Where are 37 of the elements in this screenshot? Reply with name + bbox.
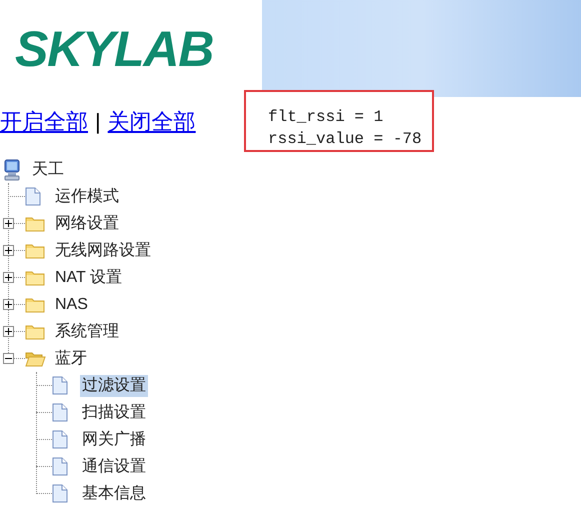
logo: SKYLAB — [15, 24, 214, 74]
output-line: flt_rssi = 1 — [268, 107, 384, 128]
folder-icon — [25, 324, 45, 340]
page-icon — [52, 403, 68, 422]
tree-item[interactable]: NAT 设置 — [53, 266, 124, 288]
link[interactable]: 关闭全部 — [108, 105, 196, 138]
collapse-icon[interactable] — [3, 353, 14, 364]
tree-item[interactable]: 过滤设置 — [80, 374, 148, 396]
tree-item[interactable]: 天工 — [30, 158, 66, 180]
expand-icon[interactable] — [3, 326, 14, 337]
folder-icon — [25, 296, 45, 312]
tree-item[interactable]: 系统管理 — [53, 320, 121, 342]
tree-item[interactable]: 运作模式 — [53, 186, 121, 208]
tree-item[interactable]: 无线网路设置 — [53, 240, 153, 262]
tree-item[interactable]: 扫描设置 — [80, 402, 148, 424]
tree-item[interactable]: NAS — [53, 294, 90, 316]
folder-icon — [25, 270, 45, 286]
output-line: rssi_value = -78 — [268, 129, 423, 150]
page-icon — [52, 430, 68, 449]
open-folder-icon — [25, 350, 46, 366]
expand-icon[interactable] — [3, 272, 14, 283]
link[interactable]: 开启全部 — [0, 105, 88, 138]
page-icon — [25, 187, 41, 206]
page-icon — [52, 484, 68, 503]
tree-item[interactable]: 网关广播 — [80, 428, 148, 450]
expand-icon[interactable] — [3, 245, 14, 256]
page-icon — [52, 457, 68, 476]
tree-item[interactable]: 蓝牙 — [53, 348, 89, 370]
folder-icon — [25, 216, 45, 232]
tree-item[interactable]: 网络设置 — [53, 212, 121, 234]
expand-icon[interactable] — [3, 218, 14, 229]
separator: | — [95, 108, 101, 136]
tree-item[interactable]: 通信设置 — [80, 456, 148, 478]
expand-icon[interactable] — [3, 299, 14, 310]
page-icon — [52, 376, 68, 395]
tree-item[interactable]: 基本信息 — [80, 482, 148, 504]
folder-icon — [25, 242, 45, 258]
